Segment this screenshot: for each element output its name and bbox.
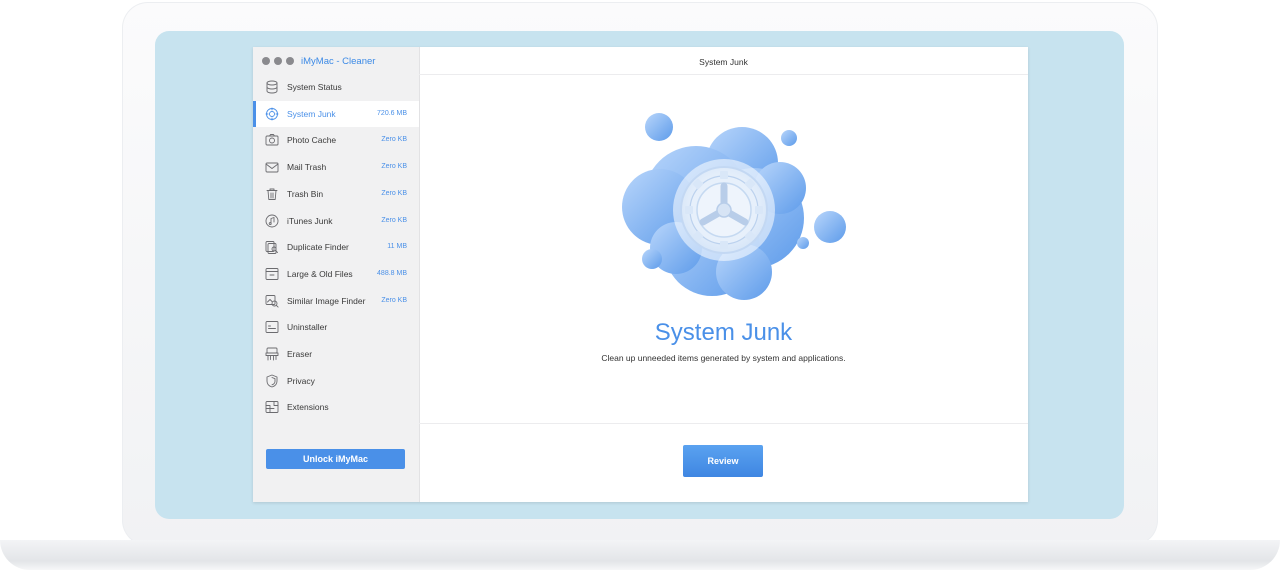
sidebar-item-label: Trash Bin xyxy=(287,188,324,199)
sidebar-item-privacy[interactable]: Privacy xyxy=(253,368,419,394)
camera-icon xyxy=(265,133,279,147)
main-title: System Junk xyxy=(654,319,793,346)
sidebar-item-size: Zero KB xyxy=(381,216,407,224)
sidebar-item-size: 11 MB xyxy=(387,243,407,251)
gear-icon xyxy=(265,107,279,121)
sidebar-item-trash-bin[interactable]: Trash Bin Zero KB xyxy=(253,181,419,207)
review-button[interactable]: Review xyxy=(683,445,763,477)
sidebar-item-size: Zero KB xyxy=(381,189,407,197)
sidebar-item-label: Extensions xyxy=(287,402,329,413)
sidebar-item-eraser[interactable]: Eraser xyxy=(253,341,419,367)
duplicate-search-icon xyxy=(265,240,279,255)
app-icon xyxy=(265,320,279,334)
main-subtitle: Clean up unneeded items generated by sys… xyxy=(601,353,846,363)
app-window: iMyMac - Cleaner System Status System Jun… xyxy=(253,47,1028,502)
sidebar-item-label: Privacy xyxy=(287,375,315,386)
sidebar: iMyMac - Cleaner System Status System Jun… xyxy=(253,47,420,502)
database-icon xyxy=(265,80,279,94)
sidebar-item-system-status[interactable]: System Status xyxy=(253,74,419,100)
header-title: System Junk xyxy=(699,57,748,67)
system-junk-illustration xyxy=(622,113,846,300)
sidebar-item-similar-image-finder[interactable]: Similar Image Finder Zero KB xyxy=(253,288,419,314)
sidebar-item-uninstaller[interactable]: Uninstaller xyxy=(253,314,419,340)
sidebar-item-label: Large & Old Files xyxy=(287,268,353,279)
laptop-base xyxy=(0,540,1280,570)
titlebar: iMyMac - Cleaner xyxy=(253,47,419,73)
app-title: iMyMac - Cleaner xyxy=(301,56,376,67)
sidebar-item-label: iTunes Junk xyxy=(287,215,333,226)
shredder-icon xyxy=(265,347,279,361)
music-icon xyxy=(265,214,279,228)
sidebar-item-label: Uninstaller xyxy=(287,322,328,333)
sidebar-item-label: System Status xyxy=(287,82,342,92)
close-window-button[interactable] xyxy=(262,57,270,65)
mail-icon xyxy=(265,160,279,174)
footer-divider xyxy=(419,423,1028,424)
header-divider xyxy=(419,74,1028,75)
sidebar-item-size: Zero KB xyxy=(381,163,407,171)
sidebar-item-itunes-junk[interactable]: iTunes Junk Zero KB xyxy=(253,208,419,234)
trash-icon xyxy=(265,187,279,201)
shield-icon xyxy=(265,374,279,388)
sidebar-item-label: Eraser xyxy=(287,349,313,359)
sidebar-item-size: Zero KB xyxy=(381,136,407,144)
minimize-window-button[interactable] xyxy=(274,57,282,65)
sidebar-item-photo-cache[interactable]: Photo Cache Zero KB xyxy=(253,127,419,153)
sidebar-item-extensions[interactable]: Extensions xyxy=(253,394,419,420)
sidebar-item-label: System Junk xyxy=(287,108,336,119)
sidebar-item-size: Zero KB xyxy=(381,296,407,304)
sidebar-item-duplicate-finder[interactable]: Duplicate Finder 11 MB xyxy=(253,234,419,260)
zoom-window-button[interactable] xyxy=(286,57,294,65)
main-panel: System Junk System Junk Clean up unneede… xyxy=(419,47,1028,502)
sidebar-item-large-old-files[interactable]: Large & Old Files 488.8 MB xyxy=(253,261,419,287)
extension-icon xyxy=(265,400,279,414)
sidebar-item-system-junk[interactable]: System Junk 720.6 MB xyxy=(253,100,419,127)
image-search-icon xyxy=(265,294,279,308)
sidebar-item-size: 488.8 MB xyxy=(377,269,407,277)
unlock-button[interactable]: Unlock iMyMac xyxy=(266,449,405,469)
sidebar-item-label: Mail Trash xyxy=(287,162,327,173)
sidebar-item-label: Similar Image Finder xyxy=(287,295,366,306)
sidebar-item-mail-trash[interactable]: Mail Trash Zero KB xyxy=(253,154,419,180)
sidebar-item-label: Photo Cache xyxy=(287,135,337,146)
sidebar-item-label: Duplicate Finder xyxy=(287,242,349,253)
sidebar-item-size: 720.6 MB xyxy=(377,109,407,117)
file-box-icon xyxy=(265,267,279,281)
